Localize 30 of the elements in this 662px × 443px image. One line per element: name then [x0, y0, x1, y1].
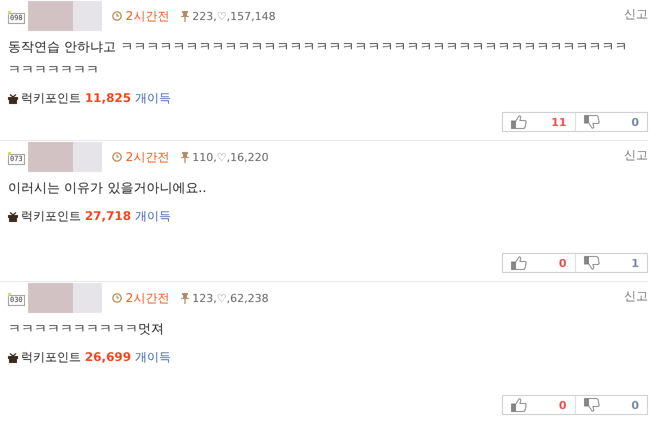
- report-link[interactable]: 신고: [624, 288, 648, 305]
- lucky-points: 럭키포인트 26,699 개이득: [21, 349, 171, 366]
- thumbs-down-icon: [584, 256, 600, 270]
- thumbs-up-icon: [511, 256, 527, 270]
- report-link[interactable]: 신고: [624, 6, 648, 23]
- thumbs-up-icon: [511, 115, 527, 129]
- gift-icon: [8, 94, 18, 104]
- post-time: 2시간전: [126, 290, 170, 306]
- user-stats: 223,♡,157,148: [192, 10, 276, 22]
- clock-icon: [112, 152, 122, 162]
- pin-icon: [181, 152, 190, 162]
- comment-text: 이러시는 이유가 있을거아니에요..: [8, 180, 208, 198]
- lucky-points: 럭키포인트 27,718 개이득: [21, 208, 171, 225]
- comment-text: 동작연습 안하냐고 ㅋㅋㅋㅋㅋㅋㅋㅋㅋㅋㅋㅋㅋㅋㅋㅋㅋㅋㅋㅋㅋㅋㅋㅋㅋㅋㅋㅋㅋㅋㅋㅋㅋㅋㅋㅋㅋㅋㅋㅋㅋㅋㅋㅋㅋㅋ: [8, 39, 628, 80]
- post-time: 2시간전: [126, 148, 170, 166]
- user-stats: 123,♡,62,238: [192, 292, 269, 304]
- gift-icon: [8, 212, 18, 222]
- pin-icon: [181, 10, 190, 22]
- post-time: 2시간전: [126, 8, 170, 24]
- thumbs-down-icon: [584, 115, 600, 129]
- gift-icon: [8, 352, 18, 362]
- lucky-points: 럭키포인트 11,825 개이득: [21, 90, 171, 107]
- thumbs-up-icon: [511, 398, 527, 412]
- pin-icon: [181, 292, 190, 304]
- clock-icon: [112, 293, 122, 303]
- thumbs-down-icon: [584, 398, 600, 412]
- clock-icon: [112, 11, 122, 21]
- report-link[interactable]: 신고: [624, 147, 648, 164]
- comment-text: ㅋㅋㅋㅋㅋㅋㅋㅋㅋㅋ멋져: [8, 321, 165, 339]
- user-stats: 110,♡,16,220: [192, 150, 269, 164]
